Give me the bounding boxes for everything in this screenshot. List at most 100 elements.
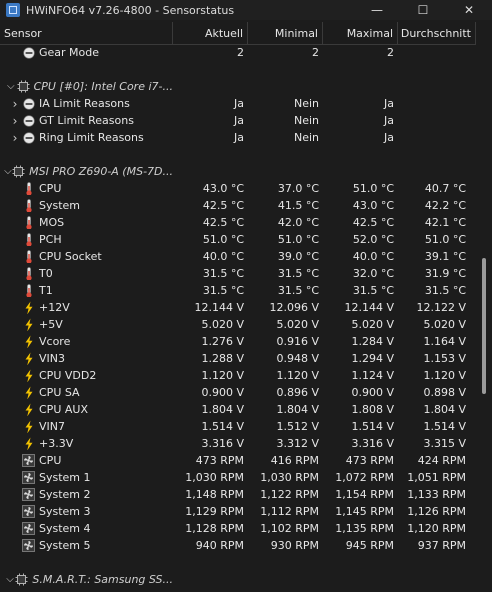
sensor-label: CPU (39, 454, 62, 467)
sensor-row[interactable]: CPU 473 RPM 416 RPM 473 RPM 424 RPM (0, 452, 476, 469)
value-minimum: 1.512 V (276, 420, 319, 433)
sensor-row[interactable]: CPU SA 0.900 V 0.896 V 0.900 V 0.898 V (0, 384, 476, 401)
value-minimum: 31.5 °C (277, 284, 319, 297)
value-average: 424 RPM (417, 454, 466, 467)
value-average: 12.122 V (416, 301, 466, 314)
window-title: HWiNFO64 v7.26-4800 - Sensorstatus (26, 3, 235, 17)
chevron-down-icon[interactable]: ⌵ (5, 574, 16, 585)
sensor-row[interactable]: CPU VDD2 1.120 V 1.120 V 1.124 V 1.120 V (0, 367, 476, 384)
value-maximum: 1.808 V (351, 403, 394, 416)
value-maximum: 1.294 V (351, 352, 394, 365)
sensor-row[interactable]: +12V 12.144 V 12.096 V 12.144 V 12.122 V (0, 299, 476, 316)
sensor-row[interactable]: › Ring Limit Reasons Ja Nein Ja (0, 129, 476, 146)
sensor-row[interactable]: CPU 43.0 °C 37.0 °C 51.0 °C 40.7 °C (0, 180, 476, 197)
chip-icon (12, 165, 25, 178)
sensor-row[interactable]: VIN7 1.514 V 1.512 V 1.514 V 1.514 V (0, 418, 476, 435)
sensor-row[interactable]: T0 31.5 °C 31.5 °C 32.0 °C 31.9 °C (0, 265, 476, 282)
sensor-row[interactable]: System 3 1,129 RPM 1,112 RPM 1,145 RPM 1,126… (0, 503, 476, 520)
value-maximum: 5.020 V (351, 318, 394, 331)
sensor-row[interactable]: CPU Socket 40.0 °C 39.0 °C 40.0 °C 39.1 °C (0, 248, 476, 265)
value-minimum: 2 (312, 46, 319, 59)
column-header-sensor[interactable]: Sensor (0, 22, 173, 44)
maximize-button[interactable]: ☐ (400, 0, 446, 20)
chevron-right-icon[interactable]: › (8, 114, 22, 128)
column-header-average[interactable]: Durchschnitt (398, 22, 476, 44)
sensor-row[interactable]: › IA Limit Reasons Ja Nein Ja (0, 95, 476, 112)
scrollbar-thumb[interactable] (482, 258, 486, 394)
sensor-group-row[interactable]: ⌵ S.M.A.R.T.: Samsung SS... (0, 571, 476, 588)
chevron-right-icon[interactable]: › (8, 131, 22, 145)
sensor-row[interactable]: MOS 42.5 °C 42.0 °C 42.5 °C 42.1 °C (0, 214, 476, 231)
minimize-button[interactable]: — (354, 0, 400, 20)
sensor-label: +5V (39, 318, 63, 331)
sensor-row[interactable]: System 4 1,128 RPM 1,102 RPM 1,135 RPM 1,120… (0, 520, 476, 537)
sensor-label: System 3 (39, 505, 91, 518)
thermometer-icon (22, 182, 35, 195)
value-current: 42.5 °C (202, 216, 244, 229)
minus-circle-icon (22, 97, 35, 110)
group-label: MSI PRO Z690-A (MS-7D... (29, 165, 173, 178)
chevron-down-icon[interactable]: ⌵ (4, 166, 13, 177)
chevron-down-icon[interactable]: ⌵ (5, 81, 17, 92)
value-average: 1,051 RPM (407, 471, 466, 484)
sensor-row[interactable]: System 2 1,148 RPM 1,122 RPM 1,154 RPM 1,133… (0, 486, 476, 503)
value-minimum: Nein (293, 97, 319, 110)
sensor-row[interactable]: System 1 1,030 RPM 1,030 RPM 1,072 RPM 1,051… (0, 469, 476, 486)
column-header-minimum[interactable]: Minimal (248, 22, 323, 44)
sensor-label: T0 (39, 267, 53, 280)
chevron-right-icon[interactable]: › (8, 97, 22, 111)
sensor-row[interactable]: T1 31.5 °C 31.5 °C 31.5 °C 31.5 °C (0, 282, 476, 299)
sensor-row[interactable]: +3.3V 3.316 V 3.312 V 3.316 V 3.315 V (0, 435, 476, 452)
vertical-scrollbar[interactable] (476, 44, 492, 592)
value-minimum: 1,030 RPM (260, 471, 319, 484)
thermometer-icon (22, 284, 35, 297)
value-minimum: Nein (293, 131, 319, 144)
chip-icon (17, 80, 30, 93)
sensor-row[interactable]: › GT Limit Reasons Ja Nein Ja (0, 112, 476, 129)
value-average: 1.514 V (423, 420, 466, 433)
sensor-row[interactable]: CPU AUX 1.804 V 1.804 V 1.808 V 1.804 V (0, 401, 476, 418)
sensor-row[interactable]: +5V 5.020 V 5.020 V 5.020 V 5.020 V (0, 316, 476, 333)
value-maximum: 1,154 RPM (335, 488, 394, 501)
value-maximum: 1,145 RPM (335, 505, 394, 518)
value-current: 51.0 °C (202, 233, 244, 246)
title-bar: HWiNFO64 v7.26-4800 - Sensorstatus — ☐ ✕ (0, 0, 492, 20)
value-maximum: Ja (384, 97, 394, 110)
value-average: 51.0 °C (424, 233, 466, 246)
value-maximum: 473 RPM (345, 454, 394, 467)
sensor-row[interactable]: PCH 51.0 °C 51.0 °C 52.0 °C 51.0 °C (0, 231, 476, 248)
sensor-label: PCH (39, 233, 62, 246)
sensor-group-row[interactable]: ⌵ CPU [#0]: Intel Core i7-... (0, 78, 476, 95)
value-average: 42.2 °C (424, 199, 466, 212)
column-header-current[interactable]: Aktuell (173, 22, 248, 44)
value-maximum: 52.0 °C (352, 233, 394, 246)
value-minimum: 930 RPM (270, 539, 319, 552)
value-current: 12.144 V (194, 301, 244, 314)
value-minimum: 1,112 RPM (260, 505, 319, 518)
sensor-label: +3.3V (39, 437, 74, 450)
close-button[interactable]: ✕ (446, 0, 492, 20)
sensor-label: Vcore (39, 335, 71, 348)
fan-icon (22, 522, 35, 535)
value-average: 1,133 RPM (407, 488, 466, 501)
value-maximum: 0.900 V (351, 386, 394, 399)
value-minimum: 12.096 V (269, 301, 319, 314)
value-maximum: 12.144 V (344, 301, 394, 314)
value-maximum: 51.0 °C (352, 182, 394, 195)
sensor-row[interactable]: System 5 940 RPM 930 RPM 945 RPM 937 RPM (0, 537, 476, 554)
row-spacer (0, 61, 476, 78)
sensor-row[interactable]: VIN3 1.288 V 0.948 V 1.294 V 1.153 V (0, 350, 476, 367)
sensor-row[interactable]: System 42.5 °C 41.5 °C 43.0 °C 42.2 °C (0, 197, 476, 214)
value-maximum: 32.0 °C (352, 267, 394, 280)
value-current: 1,129 RPM (185, 505, 244, 518)
value-average: 1,126 RPM (407, 505, 466, 518)
value-average: 3.315 V (423, 437, 466, 450)
value-minimum: 1.804 V (276, 403, 319, 416)
sensor-label: System (39, 199, 81, 212)
value-current: 1.288 V (201, 352, 244, 365)
sensor-group-row[interactable]: ⌵ MSI PRO Z690-A (MS-7D... (0, 163, 476, 180)
column-header-maximum[interactable]: Maximal (323, 22, 398, 44)
sensor-row[interactable]: Vcore 1.276 V 0.916 V 1.284 V 1.164 V (0, 333, 476, 350)
sensor-row[interactable]: Gear Mode 2 2 2 (0, 44, 476, 61)
value-current: Ja (234, 131, 244, 144)
